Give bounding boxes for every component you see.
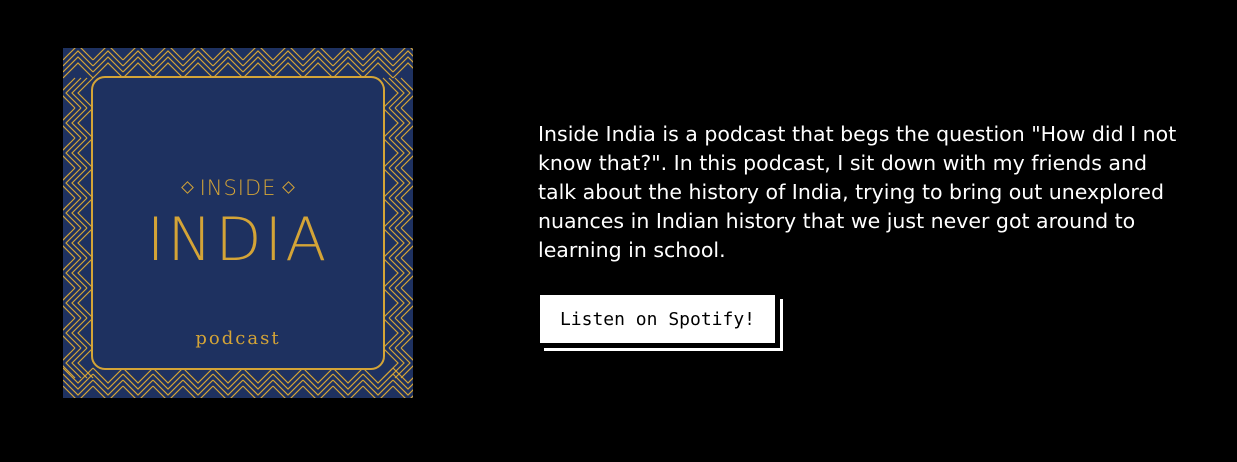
chevron-line [332,48,364,61]
chevron-line [71,137,88,169]
diamond-left-icon [180,180,194,194]
podcast-cover-art: INSIDE INDIA podcast [63,48,413,398]
chevron-line [332,373,364,390]
chevron-line [152,48,184,61]
chevron-line [71,77,88,109]
chevron-line [400,107,413,139]
chevron-line [388,137,405,169]
chevron-line [388,107,405,139]
chevron-line [362,48,394,61]
chevron-line [63,373,94,390]
chevron-line [92,385,124,398]
chevron-line [388,347,405,379]
chevron-line [212,373,244,390]
chevron-line [152,367,184,384]
chevron-line [92,48,124,61]
chevron-line [362,373,394,390]
chevron-line [400,137,413,169]
chevron-line [392,62,413,79]
chevron-line [272,373,304,390]
chevron-line [71,107,88,139]
chevron-line [92,367,124,384]
chevron-line [302,385,334,398]
chevron-line [63,137,76,169]
cover-subtitle: podcast [195,328,281,349]
cover-kicker: INSIDE [63,176,413,200]
chevron-line [242,385,274,398]
chevron-line [302,48,334,61]
chevron-line [400,77,413,109]
chevron-line [212,367,244,384]
chevron-line [152,373,184,390]
chevron-line [152,385,184,398]
chevron-line [63,62,94,79]
chevron-line [382,287,399,319]
chevron-line [388,77,405,109]
chevron-line [182,48,214,61]
chevron-line [302,373,334,390]
chevron-line [212,56,244,73]
chevron-line [388,287,405,319]
chevron-line [182,385,214,398]
chevron-line [272,56,304,73]
chevron-line [92,373,124,390]
listen-on-spotify-button[interactable]: Listen on Spotify! [538,293,777,345]
chevron-line [122,385,154,398]
chevron-line [122,373,154,390]
chevron-line [122,367,154,384]
podcast-description: Inside India is a podcast that begs the … [538,122,1177,262]
chevron-line [63,77,76,109]
chevron-line [382,137,399,169]
chevron-line [212,385,244,398]
chevron-line [362,56,394,73]
cover-kicker-text: INSIDE [199,176,277,200]
chevron-line [272,385,304,398]
chevron-line [63,107,76,139]
chevron-line [400,287,413,319]
chevron-line [63,385,94,398]
chevron-line [71,287,88,319]
chevron-line [242,373,274,390]
chevron-line [332,367,364,384]
chevron-line [382,77,399,109]
chevron-line [382,107,399,139]
chevron-line [152,56,184,73]
chevron-line [242,56,274,73]
chevron-line [272,48,304,61]
chevron-line [332,56,364,73]
chevron-line [212,48,244,61]
chevron-line [182,367,214,384]
cover-title: INDIA [146,205,330,275]
chevron-line [362,367,394,384]
chevron-line [272,367,304,384]
chevron-line [382,347,399,379]
chevron-line [332,385,364,398]
chevron-line [302,56,334,73]
chevron-line [92,56,124,73]
chevron-line [242,48,274,61]
chevron-line [63,56,94,73]
chevron-line [63,287,76,319]
diamond-right-icon [282,180,296,194]
chevron-line [71,347,88,379]
chevron-line [182,373,214,390]
chevron-line [122,56,154,73]
chevron-line [362,385,394,398]
spotify-button-wrapper: Listen on Spotify! [538,293,783,351]
chevron-line [242,367,274,384]
chevron-line [182,56,214,73]
chevron-line [400,347,413,379]
chevron-line [302,367,334,384]
chevron-line [63,48,94,61]
chevron-line [122,48,154,61]
